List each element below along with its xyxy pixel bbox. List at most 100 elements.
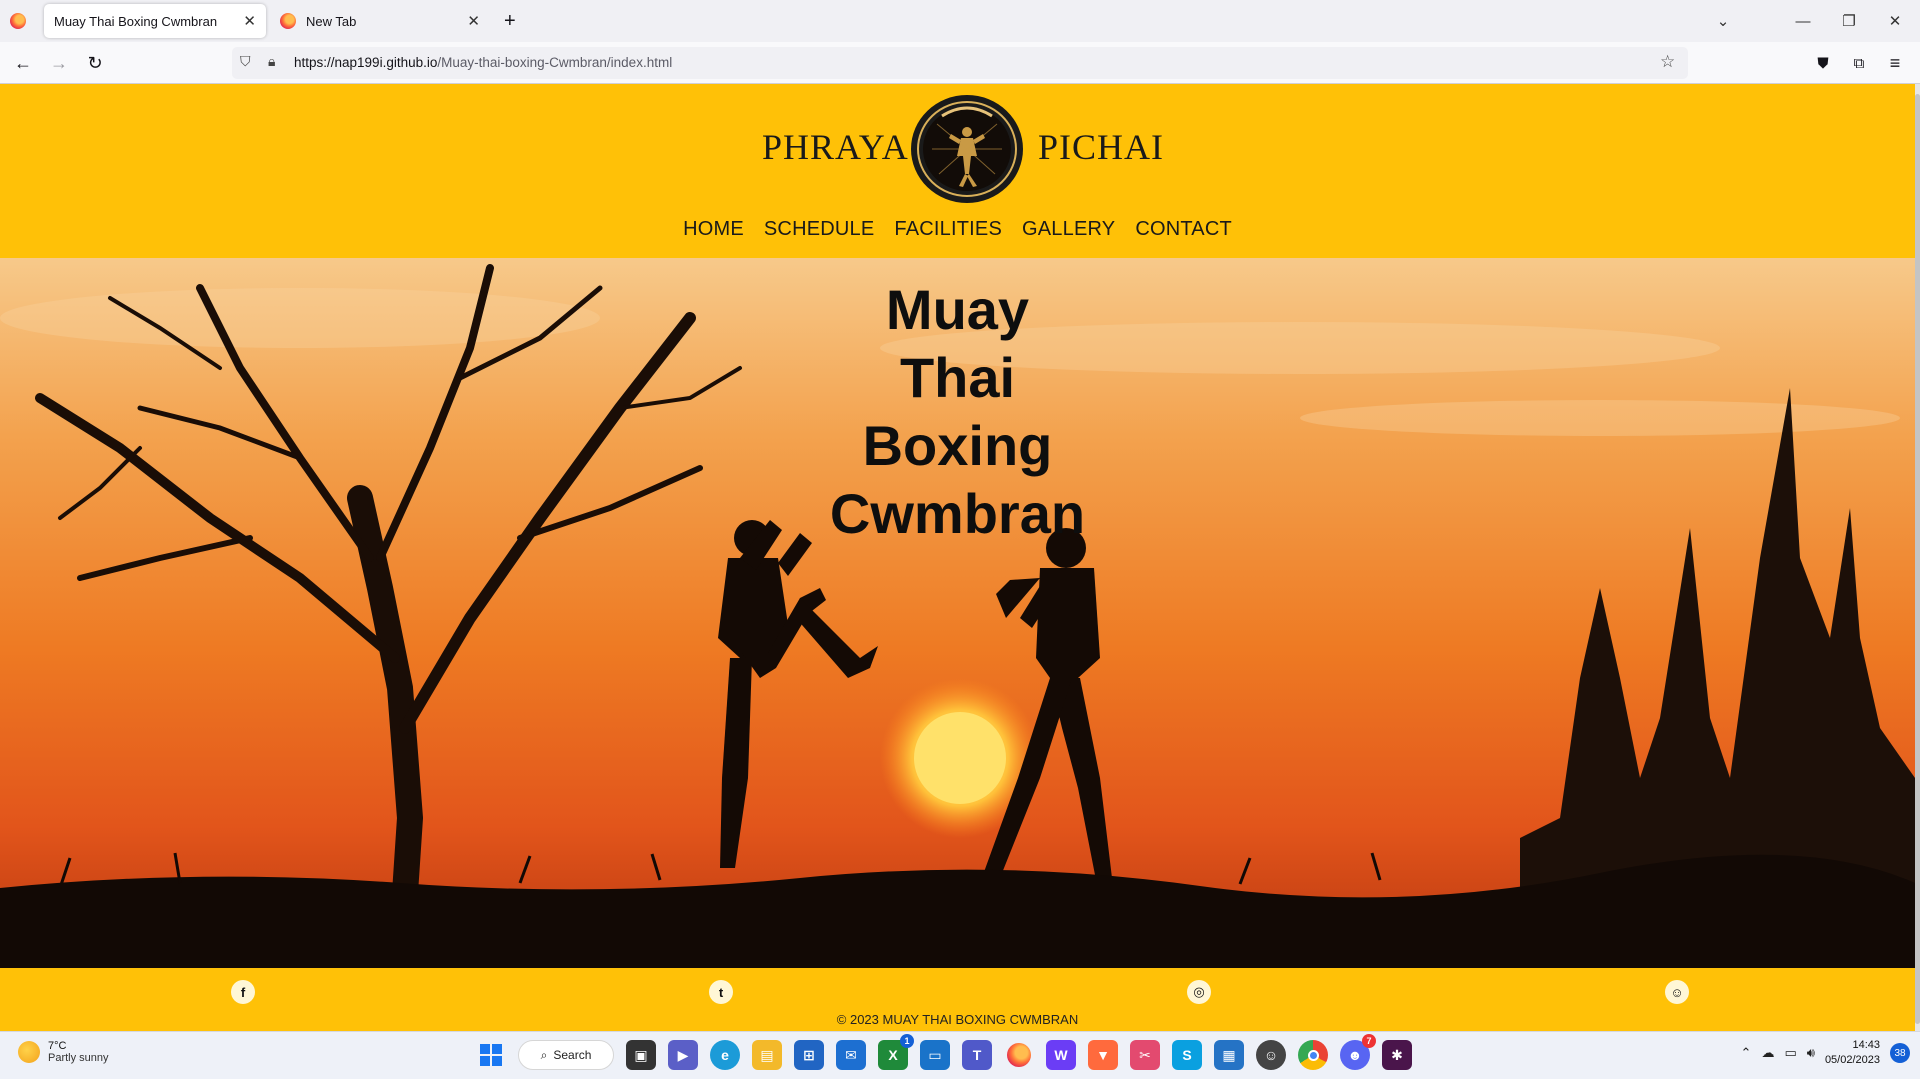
weather-text: Partly sunny <box>48 1052 109 1064</box>
hero-section: Muay Thai Boxing Cwmbran <box>0 258 1915 968</box>
chevron-up-icon[interactable]: ⌃ <box>1741 1045 1752 1061</box>
forward-button[interactable]: → <box>44 48 74 78</box>
web-page: PHRAYA PICHAI HOME SCHEDULE FACILITIES G… <box>0 84 1920 1031</box>
hero-title-line: Muay <box>885 278 1030 341</box>
extensions-icon: ⧉ <box>1853 54 1865 72</box>
brand-right: PICHAI <box>1038 127 1165 167</box>
date: 05/02/2023 <box>1824 1054 1880 1066</box>
remote-desktop-icon[interactable]: ▭ <box>920 1040 950 1070</box>
facebook-icon[interactable]: f <box>231 980 255 1004</box>
windows-taskbar: 7°C Partly sunny ⌕ Search ▣ ▶ e ▤ ⊞ ✉ X1 … <box>0 1031 1920 1079</box>
onedrive-icon[interactable]: ☁ <box>1761 1045 1774 1061</box>
edge-icon[interactable]: e <box>710 1040 740 1070</box>
restore-button[interactable]: ❐ <box>1826 0 1872 42</box>
skype-icon[interactable]: S <box>1172 1040 1202 1070</box>
scrollbar-thumb[interactable] <box>1915 94 1920 1024</box>
restore-icon: ❐ <box>1842 13 1856 30</box>
list-all-tabs-button[interactable]: ⌄ <box>1700 0 1746 42</box>
extensions-button[interactable]: ⧉ <box>1844 48 1874 78</box>
xbox-icon[interactable]: X1 <box>878 1034 914 1070</box>
star-icon[interactable]: ☆ <box>1660 52 1675 72</box>
hero-title: Muay Thai Boxing Cwmbran <box>0 276 1915 548</box>
nav-facilities[interactable]: FACILITIES <box>894 218 1002 241</box>
new-tab-button[interactable]: + <box>504 4 528 38</box>
back-icon: ← <box>14 52 32 73</box>
pocket-button[interactable]: ⛊ <box>1808 48 1838 78</box>
instagram-icon[interactable]: ◎ <box>1187 980 1211 1004</box>
firefox-view-button[interactable] <box>10 4 32 38</box>
nav-home[interactable]: HOME <box>683 218 744 241</box>
forward-icon: → <box>50 52 68 73</box>
nav-gallery[interactable]: GALLERY <box>1022 218 1115 241</box>
webex-icon[interactable]: W <box>1046 1040 1076 1070</box>
brave-icon[interactable]: ▼ <box>1088 1040 1118 1070</box>
url-text[interactable]: https://nap199i.github.io/Muay-thai-boxi… <box>294 55 672 70</box>
discord-icon[interactable]: ☻ 7 <box>1340 1034 1376 1070</box>
reload-icon: ↻ <box>87 52 103 73</box>
tab-muay-thai[interactable]: Muay Thai Boxing Cwmbran ✕ <box>44 4 266 38</box>
brand-left: PHRAYA <box>762 127 909 167</box>
start-button[interactable] <box>476 1040 506 1070</box>
hero-title-line: Cwmbran <box>829 482 1086 545</box>
chrome-icon[interactable] <box>1298 1040 1328 1070</box>
browser-toolbar: ← → ↻ ⛉ 🔒︎ https://nap199i.github.io/Mua… <box>0 42 1920 84</box>
firefox-icon <box>1007 1043 1031 1067</box>
copyright: © 2023 MUAY THAI BOXING CWMBRAN <box>0 1012 1915 1027</box>
hero-title-line: Boxing <box>862 414 1053 477</box>
logo[interactable] <box>907 94 1027 204</box>
page-scrollbar[interactable] <box>1915 84 1920 1031</box>
firefox-icon <box>10 13 26 29</box>
calendar-icon[interactable]: ▦ <box>1214 1040 1244 1070</box>
tab-new-tab[interactable]: New Tab ✕ <box>276 4 490 38</box>
window-close-button[interactable]: ✕ <box>1872 0 1918 42</box>
menu-button[interactable]: ≡ <box>1880 48 1910 78</box>
menu-icon: ≡ <box>1889 52 1901 73</box>
xbox-badge: 1 <box>900 1034 914 1048</box>
store-icon[interactable]: ⊞ <box>794 1040 824 1070</box>
site-header: PHRAYA PICHAI HOME SCHEDULE FACILITIES G… <box>0 84 1915 258</box>
search-label: Search <box>553 1048 592 1062</box>
back-button[interactable]: ← <box>8 48 38 78</box>
temperature: 7°C <box>48 1040 67 1052</box>
clock[interactable]: 14:43 05/02/2023 <box>1825 1038 1880 1068</box>
emoji-icon[interactable]: ☺ <box>1256 1040 1286 1070</box>
plus-icon: + <box>504 9 516 32</box>
volume-icon[interactable]: 🔊︎ <box>1807 1045 1815 1061</box>
close-icon[interactable]: ✕ <box>243 12 256 30</box>
teams-icon[interactable]: T <box>962 1040 992 1070</box>
snapchat-icon[interactable]: ☺ <box>1665 980 1689 1004</box>
tab-strip: Muay Thai Boxing Cwmbran ✕ New Tab ✕ + ⌄… <box>0 0 1920 42</box>
minimize-icon: — <box>1795 12 1811 30</box>
tab-title: New Tab <box>306 13 357 29</box>
nav-schedule[interactable]: SCHEDULE <box>764 218 875 241</box>
teams-chat-icon[interactable]: ▶ <box>668 1040 698 1070</box>
minimize-button[interactable]: — <box>1780 0 1826 42</box>
twitter-icon[interactable]: t <box>709 980 733 1004</box>
site-footer: f t ◎ ☺ © 2023 MUAY THAI BOXING CWMBRAN <box>0 968 1915 1031</box>
snipping-tool-icon[interactable]: ✂ <box>1130 1040 1160 1070</box>
hero-title-line: Thai <box>899 346 1016 409</box>
main-nav: HOME SCHEDULE FACILITIES GALLERY CONTACT <box>0 218 1915 241</box>
system-tray: ⌃ ☁ ▭ 🔊︎ 14:43 05/02/2023 38 <box>1741 1038 1910 1068</box>
pocket-icon: ⛊ <box>1817 54 1829 72</box>
copyright-text: 2023 MUAY THAI BOXING CWMBRAN <box>849 1012 1079 1027</box>
notification-badge[interactable]: 38 <box>1890 1043 1910 1063</box>
shield-icon[interactable]: ⛉ <box>240 53 251 70</box>
network-icon[interactable]: ▭ <box>1784 1045 1796 1061</box>
taskbar-search[interactable]: ⌕ Search <box>518 1040 614 1070</box>
firefox-taskbar-icon[interactable] <box>1004 1040 1034 1070</box>
close-icon[interactable]: ✕ <box>467 12 480 30</box>
mail-icon[interactable]: ✉ <box>836 1040 866 1070</box>
slack-icon[interactable]: ✱ <box>1382 1040 1412 1070</box>
task-view-icon[interactable]: ▣ <box>626 1040 656 1070</box>
partly-sunny-icon <box>18 1041 40 1063</box>
lock-icon[interactable]: 🔒︎ <box>268 53 275 70</box>
weather-widget[interactable]: 7°C Partly sunny <box>18 1040 109 1064</box>
time: 14:43 <box>1852 1039 1880 1051</box>
nav-contact[interactable]: CONTACT <box>1135 218 1232 241</box>
reload-button[interactable]: ↻ <box>80 48 110 78</box>
window-close-icon: ✕ <box>1888 13 1902 30</box>
discord-badge: 7 <box>1362 1034 1376 1048</box>
file-explorer-icon[interactable]: ▤ <box>752 1040 782 1070</box>
address-bar[interactable]: ⛉ 🔒︎ https://nap199i.github.io/Muay-thai… <box>232 47 1688 79</box>
